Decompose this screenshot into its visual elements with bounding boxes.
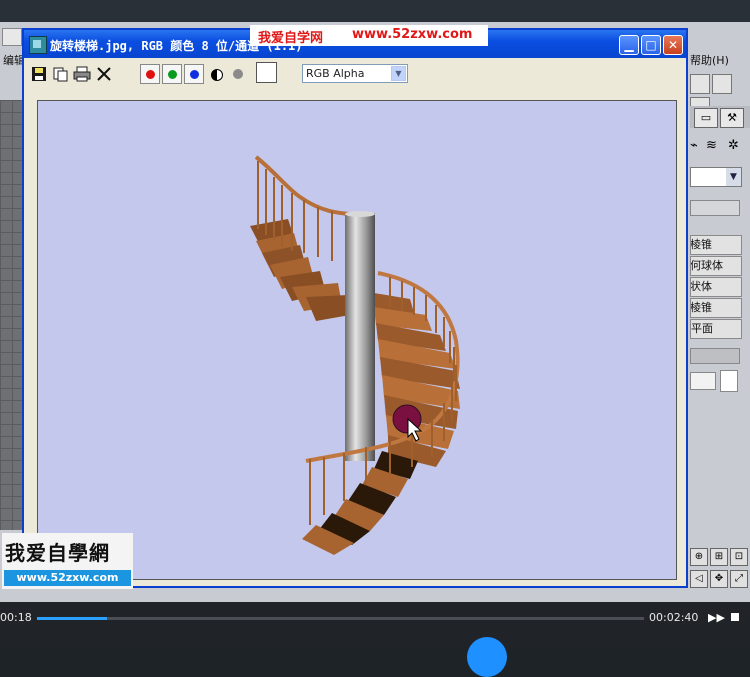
render-frame-window: 旋转楼梯.jpg, RGB 颜色 8 位/通道 (1:1) ▁ □ ✕ RGB … — [22, 28, 688, 588]
green-channel-icon — [168, 70, 177, 79]
name-input[interactable] — [690, 372, 716, 390]
hammer-icon[interactable]: ⚒ — [720, 108, 744, 128]
monochrome-icon[interactable] — [233, 69, 243, 79]
create-button-5[interactable]: 平面 — [690, 319, 742, 339]
object-type-dropdown[interactable]: ▼ — [690, 167, 742, 187]
subtab-icons: ⌁ ≋ ✲ — [690, 138, 750, 158]
app-icon[interactable] — [29, 36, 47, 54]
print-icon[interactable] — [73, 65, 91, 83]
blue-channel-button[interactable] — [184, 64, 204, 84]
blue-channel-icon — [190, 70, 199, 79]
maximize-viewport-icon[interactable]: ⤢ — [730, 570, 748, 588]
light-icon[interactable]: ⌁ — [690, 138, 698, 153]
create-button-4[interactable]: 四棱锥 — [690, 298, 742, 318]
close-button[interactable]: ✕ — [663, 35, 683, 55]
fov-icon[interactable]: ◁ — [690, 570, 708, 588]
orbit-icon[interactable]: ✥ — [710, 570, 728, 588]
seek-bar[interactable] — [37, 617, 644, 620]
upper-handrail — [254, 155, 361, 217]
render-setup-icon[interactable] — [690, 74, 710, 94]
zoom-all-icon[interactable]: ⊞ — [710, 548, 728, 566]
watermark-logo: 我爱自學網 www.52zxw.com — [2, 533, 133, 589]
autogrid-field — [690, 200, 740, 216]
zoom-extents-icon[interactable]: ⊡ — [730, 548, 748, 566]
create-button-1[interactable]: 四棱锥 — [690, 235, 742, 255]
red-channel-button[interactable] — [140, 64, 160, 84]
save-icon[interactable] — [30, 65, 48, 83]
green-channel-button[interactable] — [162, 64, 182, 84]
minimize-button[interactable]: ▁ — [619, 35, 639, 55]
zoom-icon[interactable]: ⊕ — [690, 548, 708, 566]
create-button-3[interactable]: 管状体 — [690, 277, 742, 297]
next-icon[interactable]: ▶▶ — [708, 611, 725, 624]
create-button-2[interactable]: 几何球体 — [690, 256, 742, 276]
current-time: 00:18 — [0, 611, 32, 624]
new-file-icon[interactable] — [2, 28, 22, 46]
render-canvas[interactable] — [37, 100, 677, 580]
render-frame-icon[interactable] — [712, 74, 732, 94]
top-strip — [0, 0, 750, 22]
viewport-nav-controls: ⊕ ⊞ ⊡ ◁ ✥ ⤢ — [690, 548, 750, 592]
name-field[interactable] — [690, 348, 740, 364]
right-toolbar — [690, 74, 750, 117]
render-toolbar: RGB Alpha ▼ — [24, 58, 686, 90]
seek-progress — [37, 617, 107, 620]
chevron-down-icon: ▼ — [391, 66, 406, 81]
watermark-banner: 我爱自学网 www.52zxw.com — [250, 25, 488, 46]
systems-icon[interactable]: ✲ — [728, 138, 739, 153]
channel-select[interactable]: RGB Alpha ▼ — [302, 64, 408, 83]
logo-text: 我爱自學網 — [5, 541, 110, 565]
chevron-down-icon: ▼ — [726, 168, 741, 186]
center-column — [345, 213, 375, 461]
red-channel-icon — [146, 70, 155, 79]
total-time: 00:02:40 — [649, 611, 699, 624]
copy-icon[interactable] — [51, 65, 69, 83]
staircase-render — [250, 155, 460, 555]
logo-url: www.52zxw.com — [4, 570, 131, 586]
banner-url: www.52zxw.com — [352, 27, 473, 42]
background-color-swatch[interactable] — [256, 62, 277, 83]
video-player-bar: 00:18 00:02:40 ▶▶ — [0, 602, 750, 677]
clear-icon[interactable] — [95, 65, 113, 83]
menu-help[interactable]: 帮助(H) — [690, 52, 729, 68]
channel-select-value: RGB Alpha — [306, 67, 365, 80]
command-panel-tabs: ▭ ⚒ — [690, 106, 750, 128]
tab-display[interactable]: ▭ — [694, 108, 718, 128]
stop-icon[interactable] — [731, 613, 739, 621]
object-color-swatch[interactable] — [720, 370, 738, 392]
spacewarp-icon[interactable]: ≋ — [706, 138, 717, 153]
maximize-button[interactable]: □ — [641, 35, 661, 55]
play-button[interactable] — [467, 637, 507, 677]
alpha-channel-icon[interactable] — [211, 69, 223, 81]
lower-steps — [302, 451, 418, 555]
banner-brand: 我爱自学网 — [258, 31, 324, 46]
